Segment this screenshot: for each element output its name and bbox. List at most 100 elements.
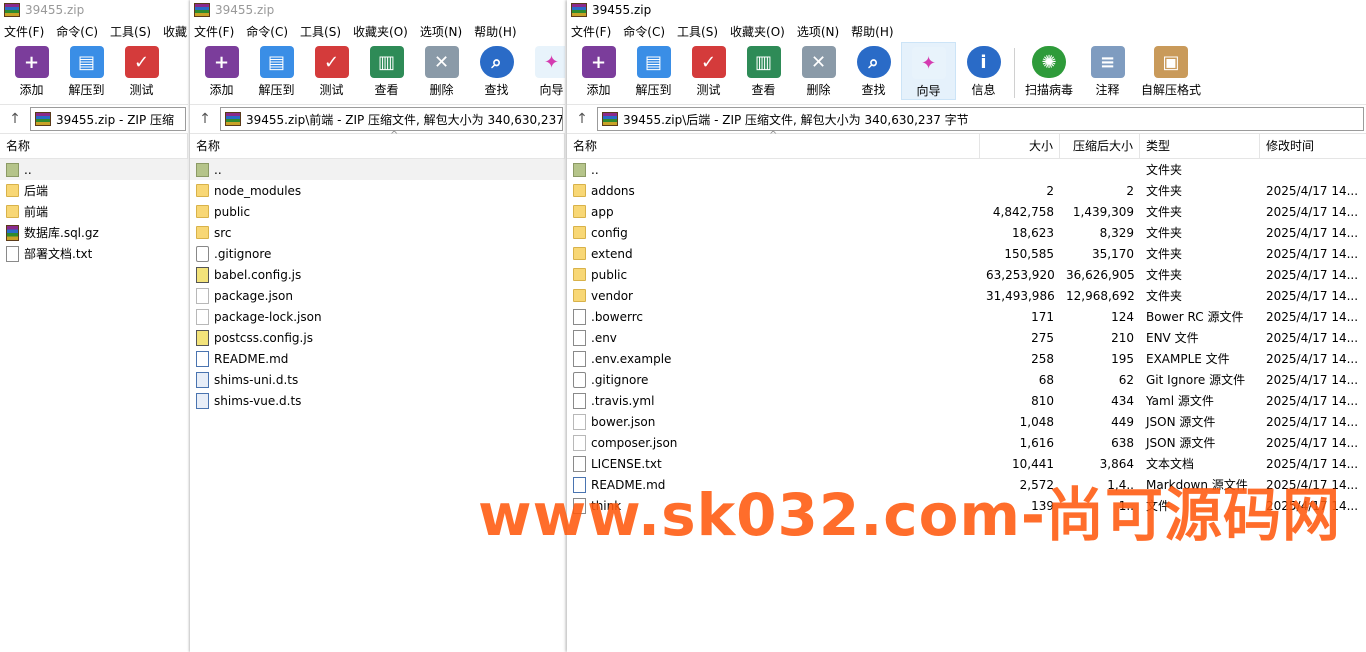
- table-row[interactable]: bower.json 1,048 449 JSON 源文件 2025/4/17 14..…: [567, 411, 1366, 432]
- view-button[interactable]: ▥ 查看: [736, 42, 791, 100]
- list-item[interactable]: src: [190, 222, 565, 243]
- list-item[interactable]: package-lock.json: [190, 306, 565, 327]
- list-item[interactable]: 部署文档.txt: [0, 243, 188, 264]
- extract-button[interactable]: ▤ 解压到: [249, 42, 304, 100]
- table-row[interactable]: addons 2 2 文件夹 2025/4/17 14...: [567, 180, 1366, 201]
- winrar-app-icon: [194, 3, 210, 17]
- view-button[interactable]: ▥ 查看: [359, 42, 414, 100]
- list-item[interactable]: node_modules: [190, 180, 565, 201]
- column-name[interactable]: 名称: [0, 134, 188, 158]
- comment-button[interactable]: ≡ 注释: [1080, 42, 1135, 100]
- list-item[interactable]: 前端: [0, 201, 188, 222]
- list-item[interactable]: postcss.config.js: [190, 327, 565, 348]
- file-name: config: [591, 225, 628, 240]
- address-bar[interactable]: 39455.zip - ZIP 压缩: [30, 107, 186, 131]
- column-packed-size[interactable]: 压缩后大小: [1060, 134, 1140, 158]
- table-row[interactable]: .travis.yml 810 434 Yaml 源文件 2025/4/17 14...: [567, 390, 1366, 411]
- menu-tools[interactable]: 工具(S): [110, 23, 151, 40]
- add-button[interactable]: + 添加: [571, 42, 626, 100]
- file-modified-cell: 2025/4/17 14...: [1266, 456, 1359, 471]
- file-name-cell: postcss.config.js: [190, 329, 313, 346]
- table-row[interactable]: .env 275 210 ENV 文件 2025/4/17 14...: [567, 327, 1366, 348]
- table-row[interactable]: vendor 31,493,986 12,968,692 文件夹 2025/4/17 1…: [567, 285, 1366, 306]
- add-button[interactable]: + 添加: [4, 42, 59, 100]
- file-size-cell: 258: [1031, 351, 1054, 366]
- column-modified[interactable]: 修改时间: [1260, 134, 1360, 158]
- sfx-button[interactable]: ▣ 自解压格式: [1135, 42, 1207, 100]
- address-bar[interactable]: 39455.zip\前端 - ZIP 压缩文件, 解包大小为 340,630,2…: [220, 107, 563, 131]
- menu-command[interactable]: 命令(C): [56, 23, 98, 40]
- find-button[interactable]: ⌕ 查找: [846, 42, 901, 100]
- menu-favorites[interactable]: 收藏夹(O): [353, 23, 408, 40]
- table-row[interactable]: LICENSE.txt 10,441 3,864 文本文档 2025/4/17 14..…: [567, 453, 1366, 474]
- menu-tools[interactable]: 工具(S): [677, 23, 718, 40]
- up-arrow-icon[interactable]: ↑: [567, 111, 597, 127]
- list-item[interactable]: 数据库.sql.gz: [0, 222, 188, 243]
- file-name-cell: ..: [567, 162, 980, 177]
- menu-favorites[interactable]: 收藏夹(O): [730, 23, 785, 40]
- up-arrow-icon[interactable]: ↑: [0, 111, 30, 127]
- wizard-button[interactable]: ✦ 向导: [901, 42, 956, 100]
- list-item[interactable]: package.json: [190, 285, 565, 306]
- menu-options[interactable]: 选项(N): [797, 23, 839, 40]
- file-name: .gitignore: [591, 372, 649, 387]
- table-row[interactable]: public 63,253,920 36,626,905 文件夹 2025/4/17 1…: [567, 264, 1366, 285]
- menu-command[interactable]: 命令(C): [246, 23, 288, 40]
- menu-file[interactable]: 文件(F): [4, 23, 44, 40]
- test-button[interactable]: ✓ 测试: [114, 42, 169, 100]
- menu-tools[interactable]: 工具(S): [300, 23, 341, 40]
- list-item[interactable]: README.md: [190, 348, 565, 369]
- file-size-cell: 2: [1046, 183, 1054, 198]
- up-arrow-icon[interactable]: ↑: [190, 111, 220, 127]
- wizard-button[interactable]: ✦ 向导: [524, 42, 565, 100]
- menu-help[interactable]: 帮助(H): [851, 23, 893, 40]
- virus-scan-button[interactable]: ✺ 扫描病毒: [1018, 42, 1080, 100]
- column-size[interactable]: 大小: [980, 134, 1060, 158]
- delete-button[interactable]: ✕ 删除: [791, 42, 846, 100]
- table-row[interactable]: .env.example 258 195 EXAMPLE 文件 2025/4/17 14…: [567, 348, 1366, 369]
- menu-file[interactable]: 文件(F): [194, 23, 234, 40]
- find-button[interactable]: ⌕ 查找: [469, 42, 524, 100]
- file-icon: [573, 497, 586, 514]
- file-size-cell: 810: [1031, 393, 1054, 408]
- table-row[interactable]: .bowerrc 171 124 Bower RC 源文件 2025/4/17 14..…: [567, 306, 1366, 327]
- file-name-cell: ..: [0, 162, 32, 177]
- extract-button[interactable]: ▤ 解压到: [59, 42, 114, 100]
- folder-icon: [573, 226, 586, 239]
- extract-button[interactable]: ▤ 解压到: [626, 42, 681, 100]
- menu-command[interactable]: 命令(C): [623, 23, 665, 40]
- column-type[interactable]: 类型: [1140, 134, 1260, 158]
- folder-icon: [573, 268, 586, 281]
- list-item[interactable]: public: [190, 201, 565, 222]
- list-item[interactable]: ..: [0, 159, 188, 180]
- table-row[interactable]: extend 150,585 35,170 文件夹 2025/4/17 14...: [567, 243, 1366, 264]
- menu-options[interactable]: 选项(N): [420, 23, 462, 40]
- list-item[interactable]: .gitignore: [190, 243, 565, 264]
- folder-icon: [196, 205, 209, 218]
- menu-favorites[interactable]: 收藏: [163, 23, 187, 40]
- menu-file[interactable]: 文件(F): [571, 23, 611, 40]
- list-item[interactable]: shims-vue.d.ts: [190, 390, 565, 411]
- list-item[interactable]: ..: [190, 159, 565, 180]
- column-name[interactable]: 名称: [190, 134, 565, 158]
- add-button[interactable]: + 添加: [194, 42, 249, 100]
- test-button[interactable]: ✓ 测试: [681, 42, 736, 100]
- address-bar[interactable]: 39455.zip\后端 - ZIP 压缩文件, 解包大小为 340,630,2…: [597, 107, 1364, 131]
- table-row[interactable]: .gitignore 68 62 Git Ignore 源文件 2025/4/17 14…: [567, 369, 1366, 390]
- table-row[interactable]: config 18,623 8,329 文件夹 2025/4/17 14...: [567, 222, 1366, 243]
- file-modified-cell: 2025/4/17 14...: [1266, 309, 1359, 324]
- table-row[interactable]: app 4,842,758 1,439,309 文件夹 2025/4/17 14...: [567, 201, 1366, 222]
- file-name: public: [591, 267, 628, 282]
- table-row[interactable]: think 139 1.. 文件 2025/4/17 14...: [567, 495, 1366, 516]
- list-item[interactable]: shims-uni.d.ts: [190, 369, 565, 390]
- list-item[interactable]: babel.config.js: [190, 264, 565, 285]
- delete-button[interactable]: ✕ 删除: [414, 42, 469, 100]
- table-row[interactable]: README.md 2,572 1,4.. Markdown 源文件 2025/4/17…: [567, 474, 1366, 495]
- list-item[interactable]: 后端: [0, 180, 188, 201]
- table-row[interactable]: .. 文件夹: [567, 159, 1366, 180]
- info-button[interactable]: i 信息: [956, 42, 1011, 100]
- table-row[interactable]: composer.json 1,616 638 JSON 源文件 2025/4/17 1…: [567, 432, 1366, 453]
- file-name-cell: config: [567, 225, 980, 240]
- menu-help[interactable]: 帮助(H): [474, 23, 516, 40]
- test-button[interactable]: ✓ 测试: [304, 42, 359, 100]
